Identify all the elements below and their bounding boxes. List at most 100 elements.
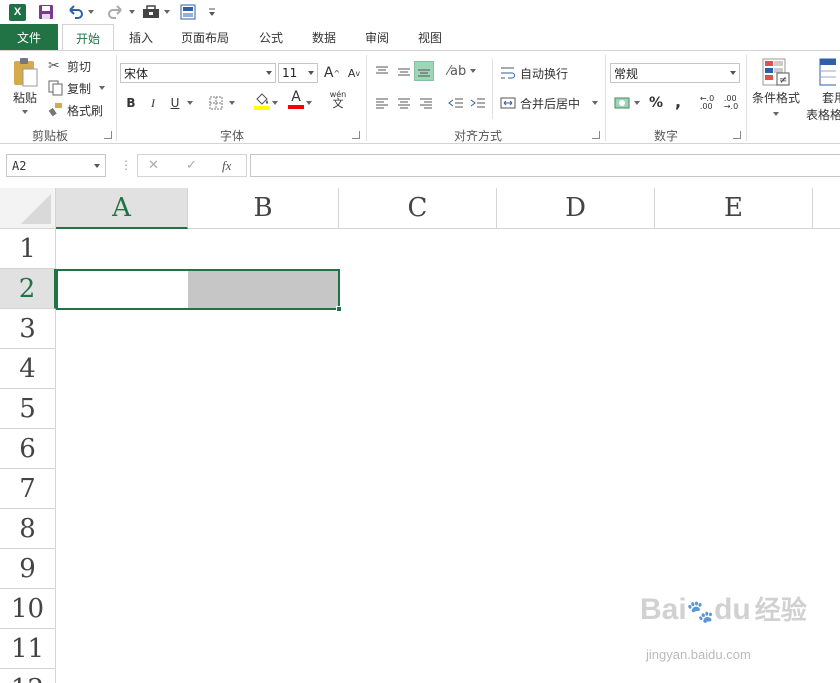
column-header-d[interactable]: D bbox=[497, 188, 655, 229]
shrink-font-button[interactable]: Av bbox=[344, 63, 364, 83]
fill-handle[interactable] bbox=[336, 306, 342, 312]
percent-button[interactable]: % bbox=[646, 93, 666, 113]
decrease-indent-button[interactable] bbox=[446, 93, 466, 113]
accounting-format-button[interactable] bbox=[612, 93, 642, 113]
name-box[interactable]: A2 bbox=[6, 154, 106, 177]
row-header-3[interactable]: 3 bbox=[0, 309, 56, 349]
increase-indent-button[interactable] bbox=[468, 93, 488, 113]
layout-icon[interactable] bbox=[180, 2, 196, 22]
paste-button[interactable]: 粘贴 bbox=[8, 57, 42, 119]
row-header-7[interactable]: 7 bbox=[0, 469, 56, 509]
align-right-button[interactable] bbox=[416, 93, 436, 113]
tab-file[interactable]: 文件 bbox=[0, 24, 58, 50]
align-right-icon bbox=[420, 98, 432, 109]
row-header-4[interactable]: 4 bbox=[0, 349, 56, 389]
row-header-9[interactable]: 9 bbox=[0, 549, 56, 589]
align-center-button[interactable] bbox=[394, 93, 414, 113]
row-header-11[interactable]: 11 bbox=[0, 629, 56, 669]
copy-button[interactable]: 复制 bbox=[48, 79, 106, 97]
column-header-b[interactable]: B bbox=[188, 188, 339, 229]
currency-icon bbox=[614, 97, 630, 109]
cancel-button[interactable]: ✕ bbox=[148, 158, 159, 173]
merge-center-button[interactable]: 合并后居中 bbox=[500, 93, 599, 113]
row-header-1[interactable]: 1 bbox=[0, 229, 56, 269]
bold-button[interactable]: B bbox=[121, 93, 141, 113]
save-icon[interactable] bbox=[38, 2, 54, 22]
clipboard-group-label: 剪贴板 bbox=[32, 129, 69, 143]
align-top-button[interactable] bbox=[372, 61, 392, 81]
row-header-5[interactable]: 5 bbox=[0, 389, 56, 429]
formula-input[interactable] bbox=[250, 154, 840, 177]
align-middle-button[interactable] bbox=[394, 61, 414, 81]
tab-insert[interactable]: 插入 bbox=[118, 24, 164, 50]
ribbon-tabs: 文件 开始 插入 页面布局 公式 数据 审阅 视图 bbox=[0, 24, 840, 51]
form-icon[interactable] bbox=[142, 2, 170, 22]
row-header-6[interactable]: 6 bbox=[0, 429, 56, 469]
wrap-text-button[interactable]: 自动换行 bbox=[500, 63, 568, 83]
row-header-8[interactable]: 8 bbox=[0, 509, 56, 549]
column-header-c[interactable]: C bbox=[339, 188, 497, 229]
brush-icon bbox=[48, 103, 62, 117]
align-left-button[interactable] bbox=[372, 93, 392, 113]
selection-box[interactable] bbox=[56, 269, 340, 310]
comma-button[interactable]: , bbox=[668, 91, 688, 111]
border-button[interactable] bbox=[206, 93, 226, 113]
wrap-text-icon bbox=[501, 67, 515, 79]
font-size-select[interactable]: 11 bbox=[278, 63, 318, 83]
underline-button[interactable]: U bbox=[165, 93, 185, 113]
tab-formulas[interactable]: 公式 bbox=[250, 24, 292, 50]
watermark-url: jingyan.baidu.com bbox=[646, 647, 751, 662]
select-all-corner[interactable] bbox=[0, 188, 56, 229]
redo-icon[interactable] bbox=[107, 2, 135, 22]
row-header-12[interactable]: 12 bbox=[0, 669, 56, 683]
row-header-10[interactable]: 10 bbox=[0, 589, 56, 629]
fill-color-dropdown[interactable] bbox=[270, 93, 280, 113]
decrease-decimal-button[interactable]: .00 →.0 bbox=[720, 93, 742, 113]
alignment-launcher[interactable] bbox=[592, 131, 600, 139]
decrease-indent-icon bbox=[448, 98, 463, 108]
baidu-watermark: Bai🐾du 经验 bbox=[640, 593, 807, 626]
font-launcher[interactable] bbox=[352, 131, 360, 139]
increase-decimal-button[interactable]: ←.0 .00 bbox=[696, 93, 718, 113]
font-name-select[interactable]: 宋体 bbox=[120, 63, 276, 83]
format-as-table-button[interactable]: 套用 表格格 bbox=[806, 57, 840, 123]
align-bottom-icon bbox=[418, 69, 430, 77]
copy-icon bbox=[48, 80, 63, 96]
scissors-icon: ✂ bbox=[48, 58, 60, 74]
font-color-dropdown[interactable] bbox=[304, 93, 314, 113]
conditional-format-button[interactable]: ≠ 条件格式 bbox=[750, 57, 802, 116]
column-header-f[interactable] bbox=[813, 188, 840, 229]
tab-view[interactable]: 视图 bbox=[409, 24, 451, 50]
align-center-icon bbox=[398, 98, 410, 109]
customize-icon[interactable] bbox=[208, 2, 216, 22]
align-bottom-button[interactable] bbox=[414, 61, 434, 81]
phonetic-button[interactable]: wén 文 bbox=[328, 89, 348, 109]
font-color-bar bbox=[288, 105, 304, 109]
tab-data[interactable]: 数据 bbox=[303, 24, 345, 50]
formula-buttons: ✕ ✓ fx bbox=[137, 154, 247, 177]
number-launcher[interactable] bbox=[733, 131, 741, 139]
font-group-label: 字体 bbox=[220, 129, 245, 143]
tab-page-layout[interactable]: 页面布局 bbox=[172, 24, 238, 50]
insert-function-button[interactable]: fx bbox=[222, 158, 231, 174]
column-header-e[interactable]: E bbox=[655, 188, 813, 229]
format-painter-button[interactable]: 格式刷 bbox=[48, 101, 103, 119]
row-header-2[interactable]: 2 bbox=[0, 269, 56, 309]
underline-dropdown[interactable] bbox=[185, 93, 195, 113]
italic-button[interactable]: I bbox=[143, 93, 163, 113]
border-dropdown[interactable] bbox=[226, 93, 238, 113]
cut-button[interactable]: ✂ 剪切 bbox=[48, 57, 91, 75]
tab-review[interactable]: 审阅 bbox=[356, 24, 398, 50]
column-header-a[interactable]: A bbox=[56, 188, 188, 229]
tab-home[interactable]: 开始 bbox=[62, 24, 114, 51]
ribbon: 粘贴 ✂ 剪切 复制 格式刷 剪贴板 宋体 11 A^ Av B I U A bbox=[0, 50, 840, 144]
undo-icon[interactable] bbox=[66, 2, 94, 22]
enter-button[interactable]: ✓ bbox=[186, 158, 197, 173]
number-format-select[interactable]: 常规 bbox=[610, 63, 740, 83]
orientation-button[interactable]: ⁄ab bbox=[448, 61, 477, 81]
fill-color-button[interactable] bbox=[252, 91, 272, 111]
grow-font-button[interactable]: A ^ bbox=[322, 63, 342, 83]
align-top-icon bbox=[376, 66, 388, 74]
clipboard-launcher[interactable] bbox=[104, 131, 112, 139]
font-color-button[interactable]: A bbox=[286, 89, 306, 109]
